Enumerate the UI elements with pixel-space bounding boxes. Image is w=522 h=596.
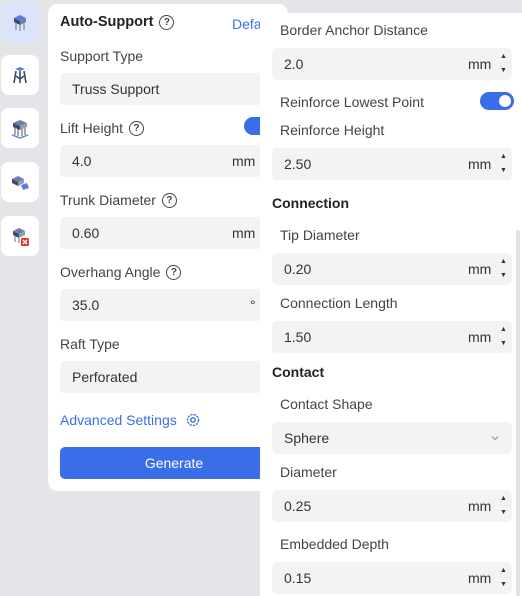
help-icon[interactable]: ? (166, 264, 182, 280)
reinforce-lowest-point-label: Reinforce Lowest Point (280, 94, 424, 110)
pillar-support-icon (11, 120, 29, 139)
manual-support-tool[interactable] (1, 55, 39, 95)
stepper-up-icon[interactable]: ▲ (500, 494, 508, 504)
toggle-knob (499, 95, 511, 107)
trunk-diameter-label: Trunk Diameter ? (60, 192, 177, 208)
tip-diameter-input[interactable]: 0.20 mm ▲ ▼ (272, 253, 512, 285)
unit-label: mm (468, 156, 492, 172)
lift-height-value: 4.0 (72, 153, 92, 169)
base-support-tool[interactable] (1, 108, 39, 148)
remove-support-tool[interactable] (1, 216, 39, 256)
stepper-down-icon[interactable]: ▼ (500, 580, 508, 590)
number-stepper[interactable]: ▲ ▼ (500, 152, 508, 176)
border-anchor-distance-label: Border Anchor Distance (280, 22, 428, 38)
overhang-angle-label: Overhang Angle ? (60, 264, 182, 280)
auto-support-panel: Auto-Support ? Defa Support Type Truss S… (48, 4, 288, 491)
unit-label: mm (232, 225, 256, 241)
unit-label: mm (468, 56, 492, 72)
stepper-up-icon[interactable]: ▲ (500, 566, 508, 576)
connection-section-title: Connection (272, 195, 349, 211)
unit-label: ° (250, 297, 256, 313)
tip-diameter-label: Tip Diameter (280, 227, 360, 243)
embedded-depth-input[interactable]: 0.15 mm ▲ ▼ (272, 562, 512, 594)
contact-shape-label: Contact Shape (280, 396, 373, 412)
tree-support-icon (13, 67, 27, 84)
reinforce-height-label: Reinforce Height (280, 122, 385, 138)
stepper-up-icon[interactable]: ▲ (500, 257, 508, 267)
unit-label: mm (468, 570, 492, 586)
advanced-settings-link[interactable]: Advanced Settings (60, 412, 201, 428)
diameter-input[interactable]: 0.25 mm ▲ ▼ (272, 490, 512, 522)
generate-button[interactable]: Generate (60, 447, 288, 479)
unit-label: mm (232, 153, 256, 169)
raft-type-label: Raft Type (60, 336, 120, 352)
lift-height-input[interactable]: 4.0 mm (60, 145, 288, 177)
default-link[interactable]: Defa (232, 16, 262, 32)
lift-height-label-text: Lift Height (60, 120, 124, 136)
panel-title-text: Auto-Support (60, 14, 154, 30)
unit-label: mm (468, 261, 492, 277)
embedded-depth-label: Embedded Depth (280, 536, 389, 552)
contact-section-title: Contact (272, 364, 325, 380)
unit-label: mm (468, 498, 492, 514)
help-icon[interactable]: ? (129, 120, 145, 136)
reinforce-height-value: 2.50 (284, 156, 312, 172)
help-icon[interactable]: ? (159, 14, 175, 30)
support-cube-icon (14, 15, 26, 31)
overhang-angle-input[interactable]: 35.0 ° (60, 289, 288, 321)
unit-label: mm (468, 329, 492, 345)
stepper-up-icon[interactable]: ▲ (500, 325, 508, 335)
trunk-diameter-input[interactable]: 0.60 mm (60, 217, 288, 249)
panel-title: Auto-Support ? (60, 14, 175, 30)
trunk-diameter-value: 0.60 (72, 225, 100, 241)
help-icon[interactable]: ? (161, 192, 177, 208)
auto-support-tool[interactable] (1, 2, 39, 42)
diameter-value: 0.25 (284, 498, 312, 514)
diameter-label: Diameter (280, 464, 337, 480)
number-stepper[interactable]: ▲ ▼ (500, 494, 508, 518)
reinforce-lowest-point-toggle[interactable] (480, 92, 514, 110)
support-type-select[interactable]: Truss Support (60, 73, 288, 105)
gear-icon (186, 413, 199, 427)
tip-diameter-value: 0.20 (284, 261, 312, 277)
stepper-down-icon[interactable]: ▼ (500, 66, 508, 76)
scrollbar[interactable] (516, 230, 520, 596)
stepper-down-icon[interactable]: ▼ (500, 339, 508, 349)
number-stepper[interactable]: ▲ ▼ (500, 325, 508, 349)
border-anchor-distance-value: 2.0 (284, 56, 304, 72)
stepper-up-icon[interactable]: ▲ (500, 152, 508, 162)
edit-support-tool[interactable] (1, 162, 39, 202)
connection-length-input[interactable]: 1.50 mm ▲ ▼ (272, 321, 512, 353)
contact-shape-select[interactable]: Sphere (272, 422, 512, 454)
overhang-angle-label-text: Overhang Angle (60, 264, 161, 280)
support-type-value: Truss Support (72, 81, 160, 97)
raft-type-select[interactable]: Perforated (60, 361, 288, 393)
support-type-label: Support Type (60, 48, 144, 64)
edit-support-icon (12, 176, 29, 190)
remove-support-icon (13, 228, 29, 246)
reinforce-height-input[interactable]: 2.50 mm ▲ ▼ (272, 148, 512, 180)
number-stepper[interactable]: ▲ ▼ (500, 257, 508, 281)
advanced-settings-text: Advanced Settings (60, 412, 177, 428)
lift-height-label: Lift Height ? (60, 120, 145, 136)
raft-type-value: Perforated (72, 369, 138, 385)
connection-length-label: Connection Length (280, 295, 398, 311)
number-stepper[interactable]: ▲ ▼ (500, 566, 508, 590)
contact-shape-value: Sphere (284, 430, 330, 446)
border-anchor-distance-input[interactable]: 2.0 mm ▲ ▼ (272, 48, 512, 80)
overhang-angle-value: 35.0 (72, 297, 100, 313)
number-stepper[interactable]: ▲ ▼ (500, 52, 508, 76)
connection-length-value: 1.50 (284, 329, 312, 345)
chevron-down-icon (491, 436, 499, 441)
stepper-down-icon[interactable]: ▼ (500, 271, 508, 281)
stepper-down-icon[interactable]: ▼ (500, 166, 508, 176)
trunk-diameter-label-text: Trunk Diameter (60, 192, 156, 208)
stepper-down-icon[interactable]: ▼ (500, 508, 508, 518)
embedded-depth-value: 0.15 (284, 570, 312, 586)
stepper-up-icon[interactable]: ▲ (500, 52, 508, 62)
